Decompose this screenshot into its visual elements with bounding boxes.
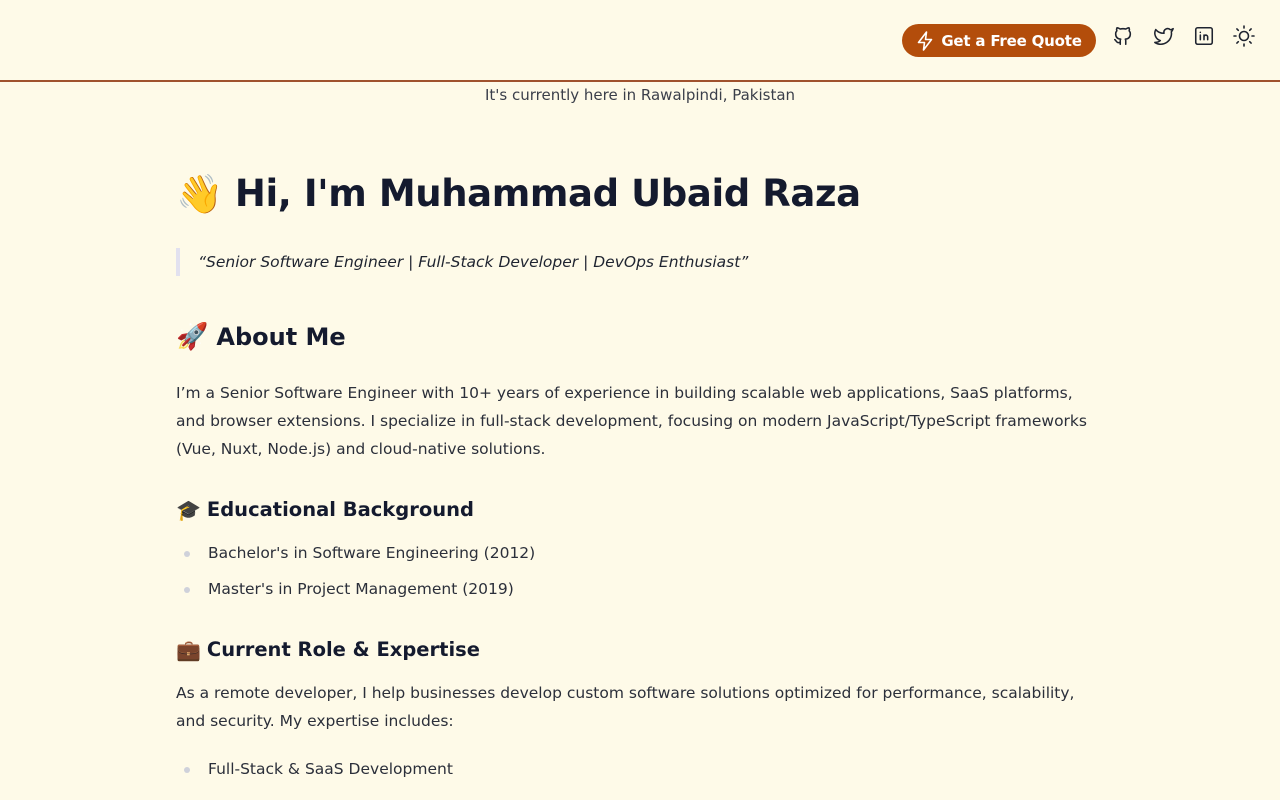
tagline-quote: “Senior Software Engineer | Full-Stack D… [176,248,748,276]
role-heading: 💼 Current Role & Expertise [176,638,480,661]
rocket-icon: 🚀 [176,322,209,352]
top-navigation-bar: Get a Free Quote [0,0,1280,82]
role-paragraph: As a remote developer, I help businesses… [176,684,1075,730]
waving-hand-icon: 👋 [176,171,223,216]
about-heading-text: About Me [216,323,346,351]
expertise-list: Full-Stack & SaaS Development [176,751,453,787]
get-free-quote-button[interactable]: Get a Free Quote [902,24,1096,57]
role-heading-text: Current Role & Expertise [206,638,480,661]
list-item: Master's in Project Management (2019) [176,571,535,607]
list-item: Bachelor's in Software Engineering (2012… [176,535,535,571]
about-paragraph: I’m a Senior Software Engineer with 10+ … [176,384,1087,458]
briefcase-icon: 💼 [176,637,201,662]
twitter-icon[interactable] [1152,24,1176,48]
education-heading-text: Educational Background [206,498,474,521]
bolt-icon [916,30,934,51]
list-item: Full-Stack & SaaS Development [176,751,453,787]
linkedin-icon[interactable] [1192,24,1216,48]
education-heading: 🎓 Educational Background [176,498,474,521]
tagline-text: “Senior Software Engineer | Full-Stack D… [198,253,749,271]
graduation-cap-icon: 🎓 [176,497,201,522]
hero-title: 👋 Hi, I'm Muhammad Ubaid Raza [176,172,861,215]
sun-icon[interactable] [1232,24,1256,48]
about-heading: 🚀 About Me [176,323,346,351]
location-text: It's currently here in Rawalpindi, Pakis… [484,86,796,104]
github-icon[interactable] [1111,24,1135,48]
get-free-quote-label: Get a Free Quote [941,31,1082,50]
hero-title-text: Hi, I'm Muhammad Ubaid Raza [234,172,861,215]
education-list: Bachelor's in Software Engineering (2012… [176,535,535,607]
